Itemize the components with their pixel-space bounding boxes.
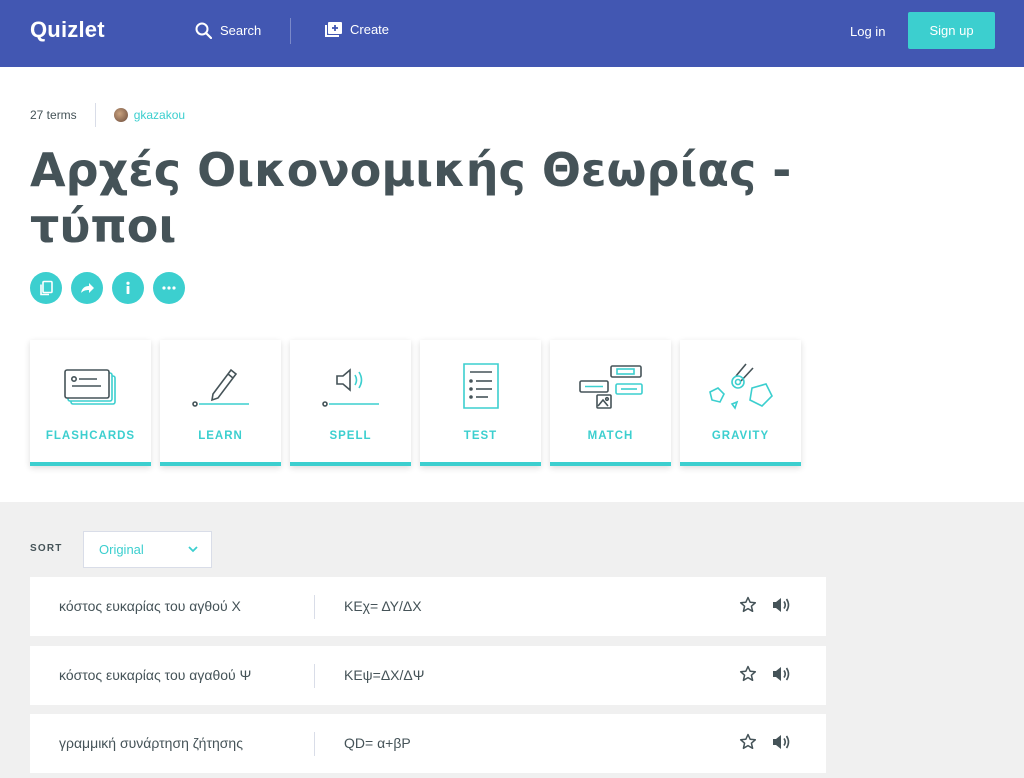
set-meta: 27 terms gkazakou [30, 103, 185, 127]
login-link[interactable]: Log in [850, 24, 885, 39]
term-definition: ΚΕψ=ΔΧ/ΔΨ [344, 667, 425, 683]
mode-label: MATCH [587, 430, 634, 442]
avatar[interactable] [113, 108, 128, 122]
search-button[interactable]: Search [195, 22, 261, 39]
star-icon[interactable] [739, 733, 757, 751]
term-count: 27 terms [30, 108, 77, 122]
more-button[interactable] [153, 272, 185, 304]
term-word: κόστος ευκαρίας του αγθού Χ [59, 598, 241, 614]
nav-divider [290, 18, 291, 44]
mode-spell[interactable]: SPELL [290, 340, 411, 466]
gravity-icon [708, 363, 773, 410]
star-icon[interactable] [739, 596, 757, 614]
copy-button[interactable] [30, 272, 62, 304]
term-word: κόστος ευκαρίας του αγαθού Ψ [59, 667, 252, 683]
search-icon [195, 22, 212, 39]
term-row: κόστος ευκαρίας του αγαθού Ψ ΚΕψ=ΔΧ/ΔΨ [30, 646, 826, 705]
more-icon [162, 286, 176, 290]
mode-gravity[interactable]: GRAVITY [680, 340, 801, 466]
term-divider [314, 664, 315, 688]
quizlet-logo[interactable]: Quizlet [30, 17, 105, 43]
mode-flashcards[interactable]: FLASHCARDS [30, 340, 151, 466]
study-modes: FLASHCARDS LEARN SPELL TEST MATCH GRAVIT… [30, 340, 801, 466]
term-divider [314, 732, 315, 756]
set-actions [30, 272, 185, 304]
term-row: κόστος ευκαρίας του αγθού Χ ΚΕχ= ΔΥ/ΔΧ [30, 577, 826, 636]
create-label: Create [350, 22, 390, 37]
top-navigation-bar: Quizlet Search Create Log in Sign up [0, 0, 1024, 67]
share-icon [81, 283, 94, 293]
speaker-icon[interactable] [771, 733, 791, 751]
flashcards-icon [63, 369, 116, 405]
test-icon [462, 363, 499, 409]
create-button[interactable]: Create [325, 22, 389, 37]
term-divider [314, 595, 315, 619]
mode-learn[interactable]: LEARN [160, 340, 281, 466]
mode-label: SPELL [329, 430, 372, 442]
speaker-icon[interactable] [771, 596, 791, 614]
meta-divider [94, 103, 96, 127]
term-word: γραμμική συνάρτηση ζήτησης [59, 735, 243, 751]
spell-icon [321, 368, 379, 407]
sort-dropdown[interactable]: Original [83, 531, 212, 568]
mode-test[interactable]: TEST [420, 340, 541, 466]
set-title: Αρχές Οικονομικής Θεωρίας - τύποι [30, 143, 792, 253]
speaker-icon[interactable] [771, 665, 791, 683]
sort-label: SORT [30, 543, 63, 554]
star-icon[interactable] [739, 665, 757, 683]
sort-selected-value: Original [99, 542, 144, 557]
term-row: γραμμική συνάρτηση ζήτησης QD= α+βP [30, 714, 826, 773]
term-definition: QD= α+βP [344, 735, 411, 751]
info-icon [126, 281, 130, 294]
mode-label: TEST [463, 430, 498, 442]
mode-match[interactable]: MATCH [550, 340, 671, 466]
learn-icon [191, 368, 249, 407]
share-button[interactable] [71, 272, 103, 304]
mode-label: LEARN [198, 430, 243, 442]
chevron-down-icon [188, 546, 198, 553]
mode-label: FLASHCARDS [45, 430, 136, 442]
search-label: Search [220, 23, 262, 38]
info-button[interactable] [112, 272, 144, 304]
create-icon [325, 22, 342, 37]
signup-button[interactable]: Sign up [908, 12, 995, 49]
term-definition: ΚΕχ= ΔΥ/ΔΧ [344, 598, 422, 614]
copy-icon [40, 280, 53, 296]
author-link[interactable]: gkazakou [134, 108, 185, 122]
mode-label: GRAVITY [711, 430, 770, 442]
match-icon [578, 365, 643, 409]
